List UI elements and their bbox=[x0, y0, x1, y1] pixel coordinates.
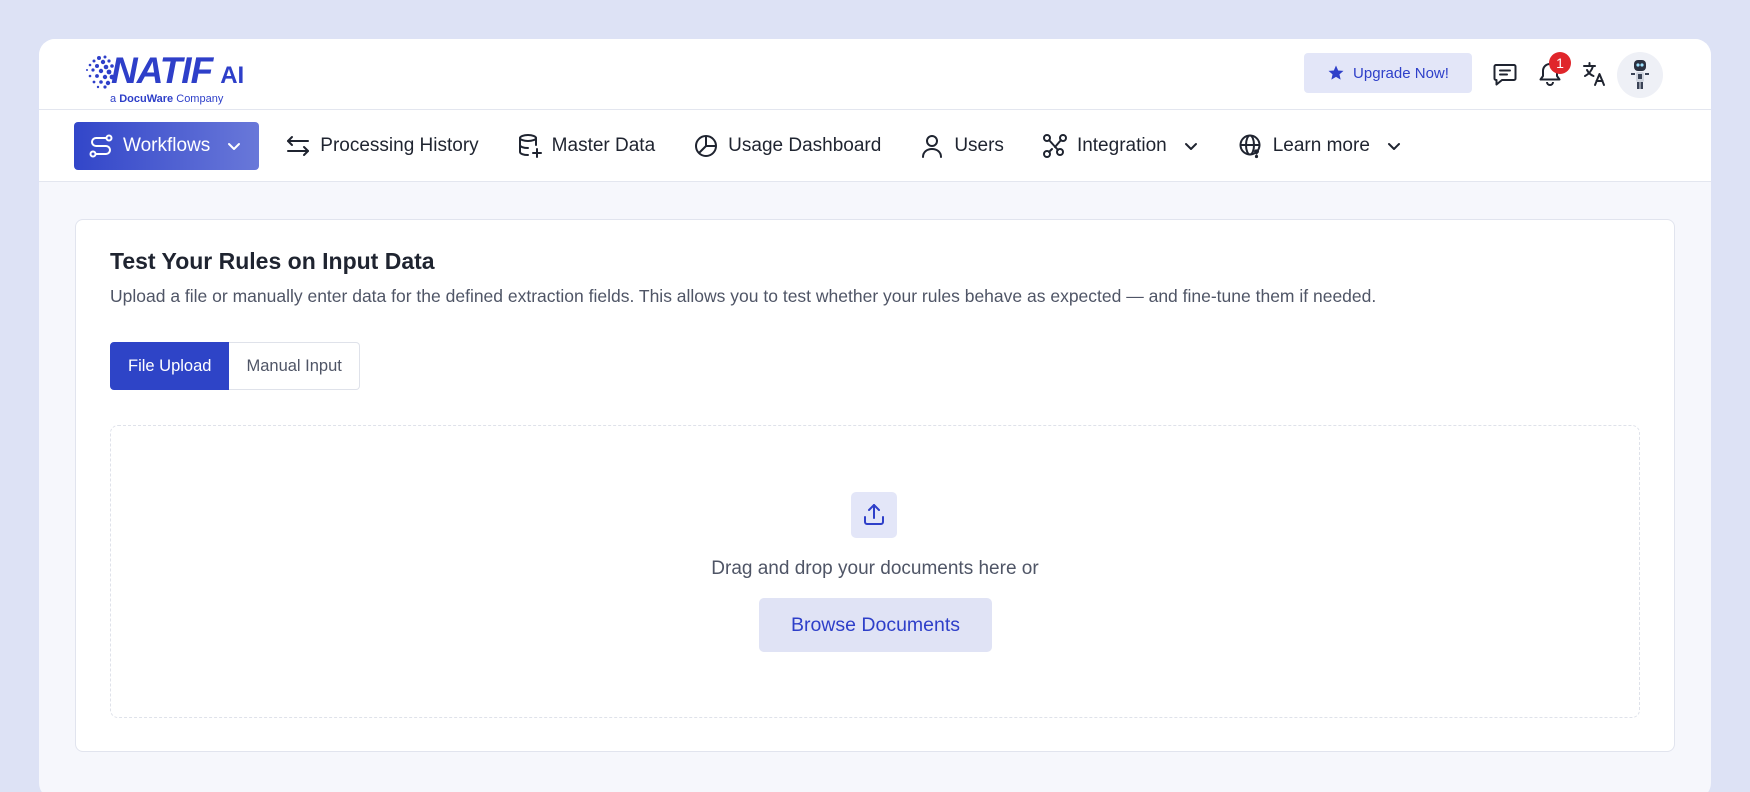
notification-badge: 1 bbox=[1549, 52, 1571, 74]
pie-chart-icon bbox=[695, 134, 718, 157]
tab-file-upload[interactable]: File Upload bbox=[110, 342, 230, 390]
upgrade-now-button[interactable]: Upgrade Now! bbox=[1304, 53, 1472, 93]
dropzone-text: Drag and drop your documents here or bbox=[711, 558, 1039, 579]
chevron-down-icon bbox=[1184, 142, 1197, 150]
database-plus-icon bbox=[518, 133, 542, 158]
logo-suffix: AI bbox=[220, 62, 245, 89]
nav-label: Workflows bbox=[123, 134, 211, 156]
nav-users[interactable]: Users bbox=[905, 122, 1018, 170]
nav-processing-history[interactable]: Processing History bbox=[271, 122, 492, 170]
page-title: Test Your Rules on Input Data bbox=[110, 248, 435, 274]
chevron-down-icon bbox=[228, 142, 241, 150]
upgrade-label: Upgrade Now! bbox=[1353, 64, 1449, 82]
nav-label: Users bbox=[954, 134, 1004, 156]
star-icon bbox=[1328, 65, 1344, 80]
nav-master-data[interactable]: Master Data bbox=[503, 122, 669, 170]
nav-learn-more[interactable]: Learn more bbox=[1224, 122, 1417, 170]
tab-manual-input[interactable]: Manual Input bbox=[229, 342, 360, 390]
nav-label: Master Data bbox=[551, 134, 656, 156]
arrows-exchange-icon bbox=[287, 135, 310, 156]
user-icon bbox=[922, 134, 943, 158]
app-window: NATIF AI a DocuWare Company Upgrade Now! … bbox=[39, 39, 1711, 792]
logo-tagline: a DocuWare Company bbox=[110, 93, 224, 105]
browse-documents-button[interactable]: Browse Documents bbox=[759, 598, 992, 652]
page-description: Upload a file or manually enter data for… bbox=[110, 286, 1377, 306]
globe-help-icon bbox=[1239, 134, 1261, 158]
translate-icon[interactable] bbox=[1581, 60, 1609, 88]
nav-label: Processing History bbox=[320, 134, 479, 156]
input-mode-toggle: File Upload Manual Input bbox=[110, 342, 360, 390]
natif-ai-logo[interactable]: NATIF AI a DocuWare Company bbox=[85, 49, 244, 105]
workflow-icon bbox=[89, 134, 113, 157]
file-dropzone[interactable]: Drag and drop your documents here or Bro… bbox=[110, 425, 1640, 718]
top-header: NATIF AI a DocuWare Company Upgrade Now! … bbox=[39, 39, 1711, 110]
upload-icon bbox=[864, 504, 884, 525]
main-nav: Workflows Processing History Master Data… bbox=[39, 110, 1711, 182]
avatar[interactable] bbox=[1617, 52, 1663, 98]
test-rules-card: Test Your Rules on Input Data Upload a f… bbox=[75, 219, 1675, 752]
upload-icon-box bbox=[851, 492, 897, 538]
logo-text: NATIF bbox=[111, 50, 213, 91]
chevron-down-icon bbox=[1387, 142, 1400, 150]
nav-label: Learn more bbox=[1272, 134, 1370, 156]
chat-icon[interactable] bbox=[1491, 60, 1519, 88]
nav-label: Integration bbox=[1076, 134, 1167, 156]
integration-icon bbox=[1042, 133, 1067, 158]
nav-workflows[interactable]: Workflows bbox=[74, 121, 260, 170]
nav-integration[interactable]: Integration bbox=[1028, 122, 1214, 170]
nav-usage-dashboard[interactable]: Usage Dashboard bbox=[679, 122, 895, 170]
nav-label: Usage Dashboard bbox=[728, 134, 882, 156]
robot-avatar-icon bbox=[1631, 60, 1649, 89]
